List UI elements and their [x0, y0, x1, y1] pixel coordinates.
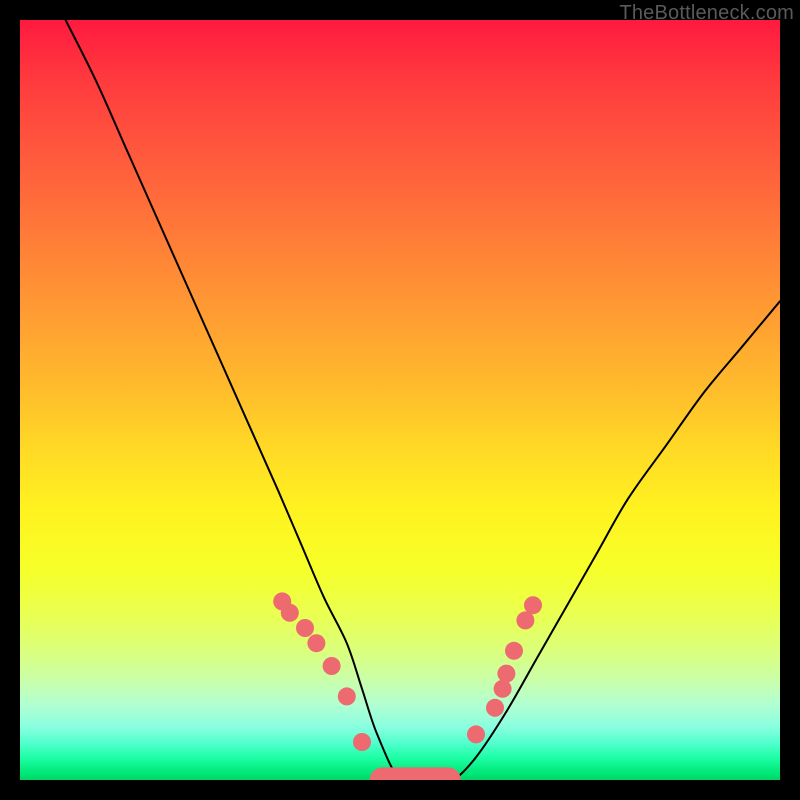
data-point [486, 699, 504, 717]
data-point [494, 680, 512, 698]
data-point [353, 733, 371, 751]
chart-plot-area [20, 20, 780, 780]
outer-frame: TheBottleneck.com [0, 0, 800, 800]
data-point [338, 687, 356, 705]
data-point [281, 604, 299, 622]
data-point [467, 725, 485, 743]
data-point [307, 634, 325, 652]
chart-svg [20, 20, 780, 780]
data-point [296, 619, 314, 637]
baseline-band-rect [370, 767, 461, 780]
data-point [524, 596, 542, 614]
bottleneck-curve-line [66, 20, 780, 780]
baseline-band [370, 767, 461, 780]
data-point [505, 642, 523, 660]
data-point [323, 657, 341, 675]
data-point [497, 665, 515, 683]
